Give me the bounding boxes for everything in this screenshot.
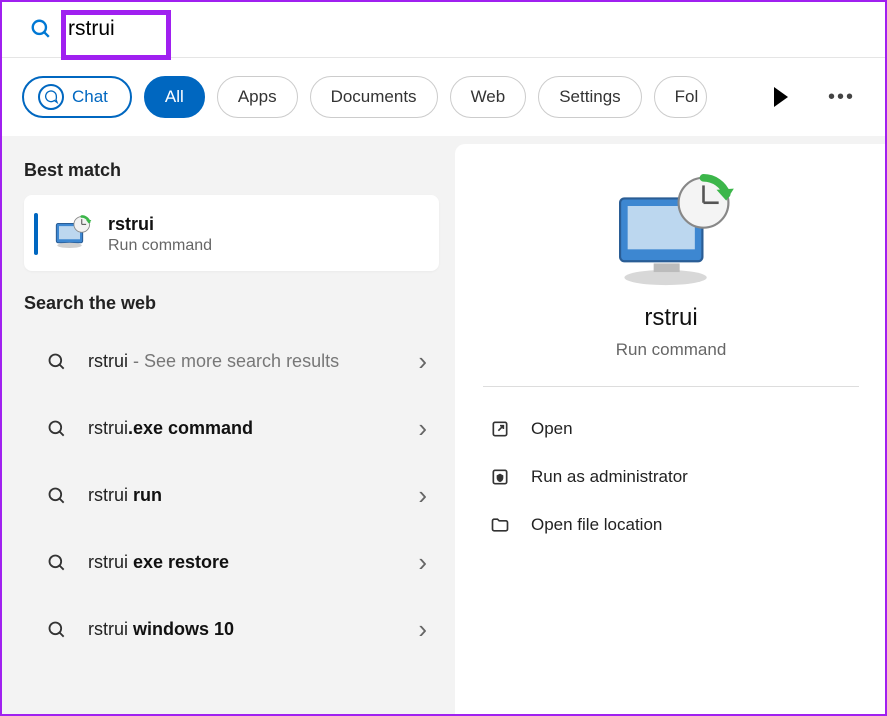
web-search-label: rstrui.exe command — [88, 416, 398, 441]
filter-all-button[interactable]: All — [144, 76, 205, 118]
web-search-label: rstrui run — [88, 483, 398, 508]
web-search-label: rstrui - See more search results — [88, 349, 398, 374]
search-icon — [46, 485, 68, 507]
action-open-label: Open — [531, 419, 573, 439]
filter-chat-label: Chat — [72, 87, 108, 107]
open-icon — [489, 418, 511, 440]
filter-apps-button[interactable]: Apps — [217, 76, 298, 118]
web-search-label: rstrui exe restore — [88, 550, 398, 575]
web-search-item[interactable]: rstrui.exe command › — [24, 395, 439, 462]
results-left-column: Best match rstrui Run command — [0, 136, 455, 716]
web-search-item[interactable]: rstrui exe restore › — [24, 529, 439, 596]
web-search-label: rstrui windows 10 — [88, 617, 398, 642]
best-match-subtitle: Run command — [108, 237, 212, 255]
filters-row: Chat All Apps Documents Web Settings Fol… — [0, 58, 887, 136]
chevron-right-icon: › — [418, 547, 427, 578]
filter-all-label: All — [165, 87, 184, 107]
filter-folders-label: Fol — [675, 87, 699, 107]
bing-chat-icon — [38, 84, 64, 110]
filter-documents-button[interactable]: Documents — [310, 76, 438, 118]
preview-title: rstrui — [483, 304, 859, 332]
web-search-item[interactable]: rstrui windows 10 › — [24, 596, 439, 663]
preview-system-restore-icon — [606, 172, 736, 292]
web-search-item[interactable]: rstrui run › — [24, 462, 439, 529]
web-search-item[interactable]: rstrui - See more search results › — [24, 328, 439, 395]
selection-indicator — [34, 213, 38, 255]
preview-pane: rstrui Run command Open Run as administr… — [455, 144, 887, 716]
filter-settings-label: Settings — [559, 87, 620, 107]
preview-subtitle: Run command — [483, 340, 859, 360]
action-open[interactable]: Open — [483, 405, 859, 453]
shield-admin-icon — [489, 466, 511, 488]
system-restore-icon — [52, 213, 94, 255]
best-match-title: rstrui — [108, 214, 212, 235]
action-open-location-label: Open file location — [531, 515, 662, 535]
chevron-right-icon: › — [418, 413, 427, 444]
action-run-admin-label: Run as administrator — [531, 467, 688, 487]
action-run-admin[interactable]: Run as administrator — [483, 453, 859, 501]
best-match-text: rstrui Run command — [108, 214, 212, 255]
search-icon — [30, 18, 52, 40]
filter-web-button[interactable]: Web — [450, 76, 527, 118]
filter-settings-button[interactable]: Settings — [538, 76, 641, 118]
best-match-heading: Best match — [24, 160, 439, 181]
best-match-item[interactable]: rstrui Run command — [24, 195, 439, 271]
action-open-location[interactable]: Open file location — [483, 501, 859, 549]
search-input[interactable] — [68, 17, 867, 41]
search-icon — [46, 418, 68, 440]
chevron-right-icon: › — [418, 480, 427, 511]
filter-folders-button[interactable]: Fol — [654, 76, 708, 118]
chevron-right-icon: › — [418, 614, 427, 645]
results-body: Best match rstrui Run command — [0, 136, 887, 716]
search-web-heading: Search the web — [24, 293, 439, 314]
folder-icon — [489, 514, 511, 536]
search-icon — [46, 552, 68, 574]
more-options-button[interactable]: ••• — [828, 86, 855, 109]
filter-apps-label: Apps — [238, 87, 277, 107]
divider — [483, 386, 859, 387]
chevron-right-icon: › — [418, 346, 427, 377]
scroll-right-icon[interactable] — [774, 87, 788, 107]
filter-documents-label: Documents — [331, 87, 417, 107]
search-icon — [46, 351, 68, 373]
search-icon — [46, 619, 68, 641]
search-bar — [0, 0, 887, 58]
filter-web-label: Web — [471, 87, 506, 107]
filter-chat-button[interactable]: Chat — [22, 76, 132, 118]
